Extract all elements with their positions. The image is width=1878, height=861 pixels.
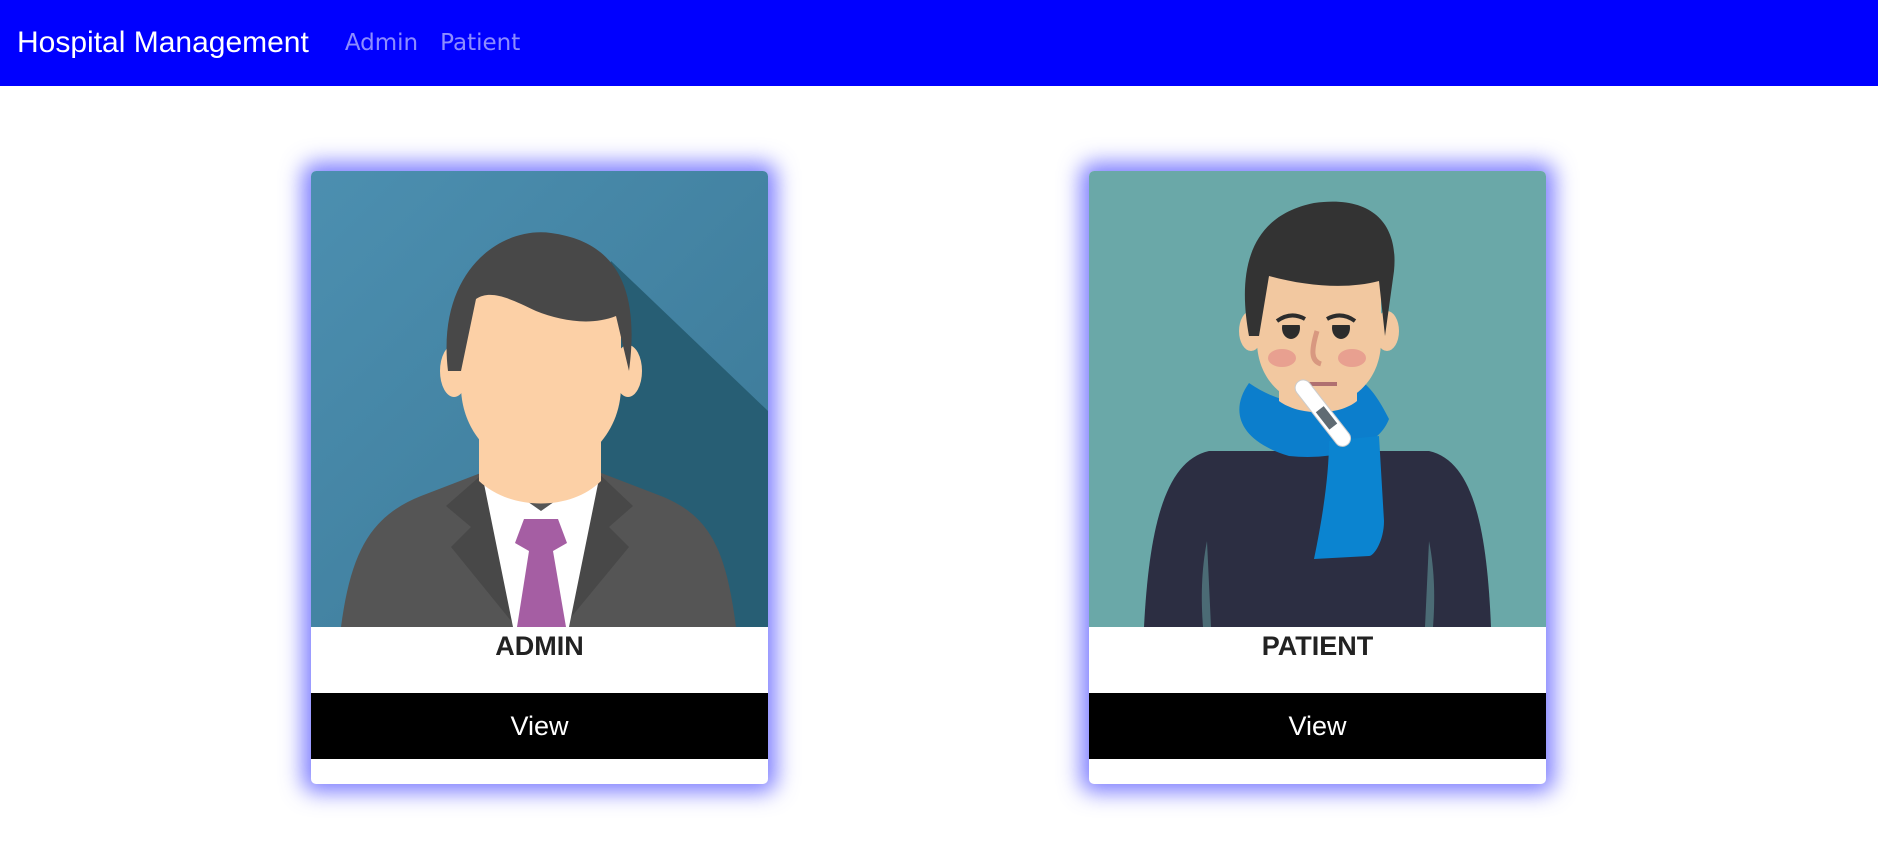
admin-card-title: ADMIN xyxy=(495,631,584,661)
patient-view-button[interactable]: View xyxy=(1089,693,1546,759)
patient-card-title: PATIENT xyxy=(1261,631,1374,661)
sick-patient-illustration xyxy=(1089,171,1546,627)
admin-card: ADMIN View xyxy=(311,171,768,784)
admin-avatar-illustration xyxy=(311,171,768,627)
brand-link[interactable]: Hospital Management xyxy=(17,26,309,60)
patient-card: PATIENT View xyxy=(1089,171,1546,784)
admin-view-button[interactable]: View xyxy=(311,693,768,759)
nav-link-admin[interactable]: Admin xyxy=(345,30,418,56)
navbar: Hospital Management Admin Patient xyxy=(0,0,1878,86)
nav-link-patient[interactable]: Patient xyxy=(440,30,520,56)
